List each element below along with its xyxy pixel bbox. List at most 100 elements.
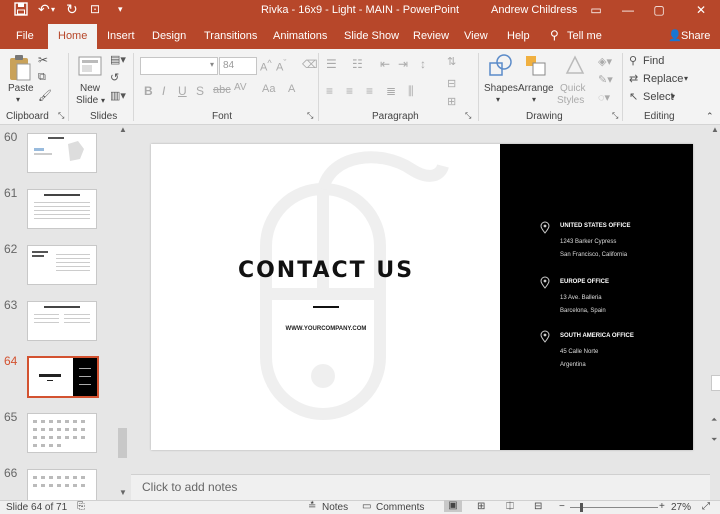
zoom-level[interactable]: 27% (671, 502, 691, 513)
tab-transitions[interactable]: Transitions (204, 30, 257, 42)
tab-insert[interactable]: Insert (107, 30, 135, 42)
quick-styles-label-1[interactable]: Quick (560, 83, 586, 94)
select-button[interactable]: Select (643, 91, 674, 103)
line-spacing-icon[interactable]: ↕ (420, 57, 426, 71)
new-slide-icon[interactable] (77, 54, 103, 78)
clear-formatting-icon[interactable]: ⌫ (302, 58, 318, 71)
font-launcher-icon[interactable]: ⤡ (307, 111, 313, 121)
replace-dropdown-icon[interactable]: ▾ (684, 74, 688, 83)
font-color-icon[interactable]: A (288, 83, 295, 95)
user-name[interactable]: Andrew Childress (491, 4, 577, 16)
align-right-icon[interactable]: ≡ (366, 84, 373, 98)
shapes-icon[interactable] (487, 53, 513, 79)
zoom-out-icon[interactable]: − (559, 501, 565, 512)
office-name[interactable]: UNITED STATES OFFICE (560, 223, 630, 229)
slide-thumbnail-65[interactable] (27, 413, 97, 453)
decrease-font-icon[interactable]: Aˇ (276, 58, 286, 74)
paste-icon[interactable] (8, 54, 32, 82)
replace-button[interactable]: Replace (643, 73, 683, 85)
scroll-up-icon[interactable]: ▲ (119, 125, 127, 134)
current-slide[interactable]: CONTACT US WWW.YOURCOMPANY.COM UNITED ST… (151, 144, 693, 450)
office-address-line[interactable]: Argentina (560, 362, 586, 368)
bullets-icon[interactable]: ☰ (326, 57, 337, 71)
tab-file[interactable]: File (16, 30, 34, 42)
office-name[interactable]: SOUTH AMERICA OFFICE (560, 333, 634, 339)
layout-icon[interactable]: ▤▾ (110, 53, 126, 66)
change-case-icon[interactable]: Aa (262, 83, 275, 95)
collapse-ribbon-icon[interactable]: ⌃ (706, 111, 714, 122)
office-address-line[interactable]: 1243 Barker Cypress (560, 239, 616, 245)
zoom-slider[interactable] (570, 507, 658, 508)
strikethrough-icon[interactable]: abc (213, 84, 231, 96)
new-slide-dropdown-icon[interactable]: ▾ (101, 96, 105, 105)
office-address-line[interactable]: 13 Ave. Balleria (560, 295, 602, 301)
font-size-combo[interactable]: 84 (219, 57, 257, 75)
zoom-in-icon[interactable]: + (659, 501, 665, 512)
minimize-icon[interactable]: — (617, 1, 639, 19)
ribbon-display-options-icon[interactable]: ▭ (585, 1, 607, 19)
increase-font-icon[interactable]: A^ (260, 58, 272, 74)
italic-icon[interactable]: I (162, 84, 165, 98)
paste-dropdown-icon[interactable]: ▾ (16, 95, 20, 104)
section-icon[interactable]: ▥▾ (110, 89, 126, 102)
decrease-indent-icon[interactable]: ⇤ (380, 57, 390, 71)
justify-icon[interactable]: ≣ (386, 84, 396, 98)
spell-check-icon[interactable]: ⎘ (77, 501, 85, 512)
next-slide-icon[interactable]: ⏷ (711, 435, 717, 445)
shape-effects-icon[interactable]: ◌▾ (598, 91, 610, 104)
drawing-launcher-icon[interactable]: ⤡ (612, 111, 618, 121)
office-address-line[interactable]: Barcelona, Spain (560, 308, 606, 314)
slide-thumbnail-60[interactable] (27, 133, 97, 173)
align-text-icon[interactable]: ⊟ (447, 77, 456, 90)
format-painter-icon[interactable]: 🖌 (38, 89, 52, 102)
align-left-icon[interactable]: ≡ (326, 84, 333, 98)
cut-icon[interactable]: ✂ (38, 53, 48, 67)
slide-thumbnail-62[interactable] (27, 245, 97, 285)
shapes-button[interactable]: Shapes (484, 83, 518, 94)
maximize-icon[interactable]: ▢ (648, 1, 670, 19)
arrange-dropdown-icon[interactable]: ▾ (532, 95, 536, 104)
slideshow-view-icon[interactable]: ⊟ (534, 501, 542, 512)
shape-fill-icon[interactable]: ◈▾ (598, 55, 612, 68)
tab-animations[interactable]: Animations (273, 30, 327, 42)
find-button[interactable]: Find (643, 55, 664, 67)
tell-me-box[interactable]: Tell me (567, 30, 602, 42)
tab-view[interactable]: View (464, 30, 488, 42)
office-address-line[interactable]: San Francisco, California (560, 252, 627, 258)
zoom-slider-thumb[interactable] (580, 503, 583, 512)
scroll-thumb[interactable] (711, 375, 720, 391)
arrange-button[interactable]: Arrange (518, 83, 554, 94)
slide-sorter-icon[interactable]: ⊞ (477, 501, 485, 512)
columns-icon[interactable]: ⫼ (408, 84, 414, 99)
tab-review[interactable]: Review (413, 30, 449, 42)
font-name-dropdown-icon[interactable]: ▾ (210, 60, 214, 69)
select-dropdown-icon[interactable]: ▾ (671, 92, 675, 101)
comments-toggle-button[interactable]: Comments (376, 502, 424, 513)
normal-view-icon[interactable]: ▣ (444, 500, 462, 512)
new-slide-label-2[interactable]: Slide (76, 95, 98, 106)
smartart-icon[interactable]: ⊞ (447, 95, 456, 108)
slide-heading[interactable]: CONTACT US (211, 258, 441, 283)
tab-home[interactable]: Home (48, 24, 98, 49)
font-name-combo[interactable] (140, 57, 218, 75)
thumbnail-scrollbar[interactable]: ▲ ▼ (117, 125, 129, 500)
numbering-icon[interactable]: ☷ (352, 57, 363, 71)
tab-help[interactable]: Help (507, 30, 530, 42)
paragraph-launcher-icon[interactable]: ⤡ (465, 111, 471, 121)
arrange-icon[interactable] (523, 53, 549, 79)
scroll-thumb[interactable] (118, 428, 127, 458)
share-button[interactable]: Share (681, 30, 710, 42)
underline-icon[interactable]: U (178, 84, 187, 98)
text-direction-icon[interactable]: ⇅ (447, 55, 456, 68)
quick-styles-icon[interactable] (562, 53, 588, 79)
notes-pane[interactable]: Click to add notes (131, 474, 710, 501)
slide-website[interactable]: WWW.YOURCOMPANY.COM (211, 326, 441, 332)
slide-scrollbar[interactable]: ▲ ⏶ ⏷ (710, 125, 720, 500)
clipboard-launcher-icon[interactable]: ⤡ (58, 111, 64, 121)
fit-to-window-icon[interactable]: ⤢ (702, 501, 710, 512)
paste-button[interactable]: Paste (8, 83, 34, 94)
scroll-up-icon[interactable]: ▲ (711, 125, 719, 134)
scroll-down-icon[interactable]: ▼ (119, 488, 127, 497)
shapes-dropdown-icon[interactable]: ▾ (496, 95, 500, 104)
slide-thumbnail-64[interactable] (27, 356, 99, 398)
